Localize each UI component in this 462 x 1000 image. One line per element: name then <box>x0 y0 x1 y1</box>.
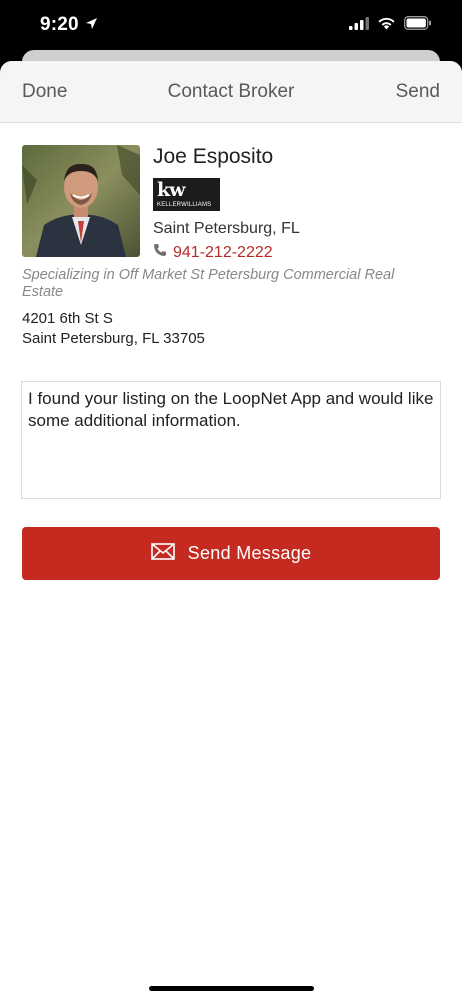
broker-specialty: Specializing in Off Market St Petersburg… <box>22 267 395 300</box>
broker-phone-number[interactable]: 941-212-2222 <box>173 244 273 262</box>
broker-address: 4201 6th St S Saint Petersburg, FL 33705 <box>22 309 205 349</box>
address-line-1: 4201 6th St S <box>22 310 113 327</box>
send-message-button[interactable]: Send Message <box>22 527 440 580</box>
status-bar: 9:20 <box>0 0 462 52</box>
message-textarea[interactable]: I found your listing on the LoopNet App … <box>21 381 441 499</box>
status-icons <box>349 16 432 35</box>
status-time-group: 9:20 <box>40 14 98 36</box>
envelope-icon <box>150 542 175 565</box>
send-button[interactable]: Send <box>396 81 440 103</box>
battery-icon <box>404 16 432 35</box>
status-time: 9:20 <box>40 14 79 35</box>
brokerage-logo: kw KELLERWILLIAMS <box>153 178 220 211</box>
broker-info: Joe Esposito kw KELLERWILLIAMS Saint Pet… <box>153 145 433 262</box>
page-title: Contact Broker <box>167 81 295 102</box>
broker-photo <box>22 145 140 257</box>
brokerage-logo-text: KELLERWILLIAMS <box>157 202 212 208</box>
home-indicator[interactable] <box>149 986 314 991</box>
phone-icon <box>153 243 167 262</box>
contact-broker-sheet: Done Contact Broker Send Joe Esposito kw… <box>0 61 462 1000</box>
broker-phone-link[interactable]: 941-212-2222 <box>153 243 433 262</box>
broker-city: Saint Petersburg, FL <box>153 220 300 237</box>
signal-icon <box>349 16 369 35</box>
wifi-icon <box>377 16 396 35</box>
nav-bar: Done Contact Broker Send <box>0 61 462 123</box>
send-message-label: Send Message <box>187 543 312 563</box>
broker-name: Joe Esposito <box>153 145 274 168</box>
location-arrow-icon <box>85 14 98 36</box>
brokerage-logo-mark: kw <box>157 179 186 201</box>
address-line-2: Saint Petersburg, FL 33705 <box>22 330 205 347</box>
